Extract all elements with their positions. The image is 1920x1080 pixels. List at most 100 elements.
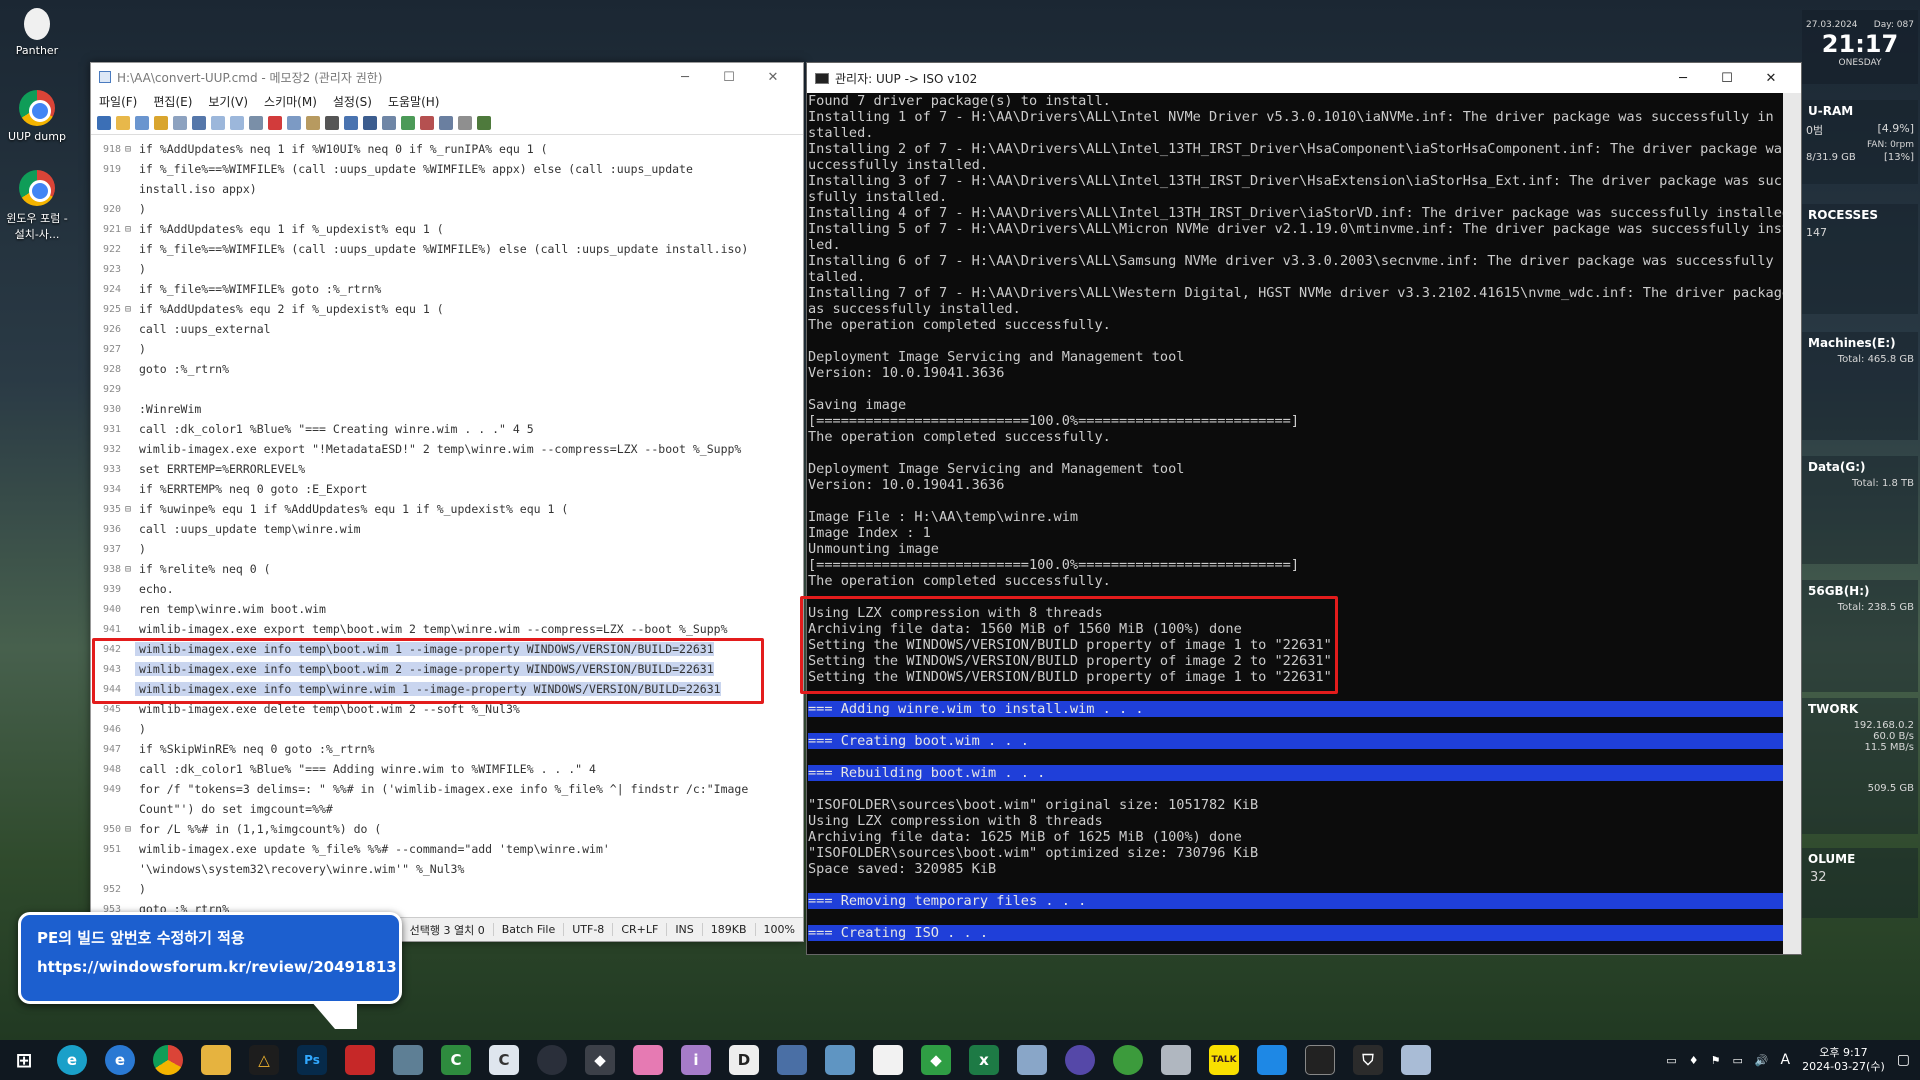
paint-icon[interactable]	[633, 1045, 663, 1075]
d-app-icon[interactable]: D	[729, 1045, 759, 1075]
notepad-c-icon[interactable]: C	[441, 1045, 471, 1075]
maximize-icon[interactable]: ☐	[707, 70, 751, 85]
save-icon[interactable]	[173, 115, 187, 130]
code-line[interactable]: 936 call :uups_update temp\winre.wim	[91, 519, 803, 539]
volume-value[interactable]: 32	[1802, 870, 1918, 885]
undo-icon[interactable]	[211, 115, 225, 130]
notepad2-icon[interactable]: C	[489, 1045, 519, 1075]
code-line[interactable]: '\windows\system32\recovery\winre.wim'" …	[91, 859, 803, 879]
code-line[interactable]: 928 goto :%_rtrn%	[91, 359, 803, 379]
code-line[interactable]: 938 ⊟ if %relite% neq 0 (	[91, 559, 803, 579]
edge-icon[interactable]: e	[57, 1045, 87, 1075]
code-line[interactable]: Count"') do set imgcount=%%#	[91, 799, 803, 819]
console-scrollbar[interactable]	[1783, 93, 1801, 954]
code-line[interactable]: 933 set ERRTEMP=%ERRORLEVEL%	[91, 459, 803, 479]
code-line[interactable]: 927)	[91, 339, 803, 359]
save-as-icon[interactable]	[192, 115, 206, 130]
code-line[interactable]: 946)	[91, 719, 803, 739]
browse-icon[interactable]	[135, 115, 149, 130]
tray-volume-icon[interactable]: 🔊	[1755, 1054, 1769, 1067]
green-arrow-icon[interactable]: ◆	[921, 1045, 951, 1075]
copy-icon[interactable]	[287, 115, 301, 130]
console-window[interactable]: 관리자: UUP -> ISO v102 ─ ☐ ✕ Found 7 drive…	[806, 62, 1802, 955]
console-output[interactable]: Found 7 driver package(s) to install. Ins…	[807, 93, 1783, 954]
open-icon[interactable]	[116, 115, 130, 130]
diamond-icon[interactable]: ◆	[585, 1045, 615, 1075]
maximize-icon[interactable]: ☐	[1705, 71, 1749, 86]
list-icon[interactable]	[382, 115, 396, 130]
info-icon[interactable]: i	[681, 1045, 711, 1075]
steam-icon[interactable]	[537, 1045, 567, 1075]
open-folder-icon[interactable]	[154, 115, 168, 130]
code-line[interactable]: 926 call :uups_external	[91, 319, 803, 339]
status-lexer[interactable]: Batch File	[492, 923, 564, 936]
torrent-icon[interactable]	[1113, 1045, 1143, 1075]
code-line[interactable]: 939 echo.	[91, 579, 803, 599]
taskbar-clock[interactable]: 오후 9:17 2024-03-27(수)	[1802, 1046, 1885, 1074]
fold-marker-icon[interactable]: ⊟	[125, 824, 135, 835]
cmd-icon[interactable]	[1305, 1045, 1335, 1075]
fold-marker-icon[interactable]: ⊟	[125, 224, 135, 235]
delete-icon[interactable]	[268, 115, 282, 130]
ie-icon[interactable]: e	[105, 1045, 135, 1075]
fold-marker-icon[interactable]: ⊟	[125, 304, 135, 315]
code-line[interactable]: 931 call :dk_color1 %Blue% "=== Creating …	[91, 419, 803, 439]
new-icon[interactable]	[97, 115, 111, 130]
tray-flag-icon[interactable]: ⚑	[1711, 1054, 1721, 1067]
menu-help[interactable]: 도움말(H)	[388, 93, 440, 110]
people-icon[interactable]	[777, 1045, 807, 1075]
notification-icon[interactable]: ▢	[1897, 1052, 1910, 1068]
status-encoding[interactable]: UTF-8	[563, 923, 612, 936]
code-line[interactable]: 935 ⊟ if %uwinpe% equ 1 if %AddUpdates% eq…	[91, 499, 803, 519]
book-icon[interactable]	[1017, 1045, 1047, 1075]
menu-settings[interactable]: 설정(S)	[333, 93, 372, 110]
code-line[interactable]: 922 if %_file%==%WIMFILE% (call :uups_upd…	[91, 239, 803, 259]
desktop-icon-uup-dump[interactable]: UUP dump	[0, 90, 74, 143]
autohotkey-icon[interactable]: △	[249, 1045, 279, 1075]
desktop-icon-windowsforum[interactable]: 윈도우 포럼 - 설치-사...	[0, 170, 74, 242]
code-line[interactable]: 951 wimlib-imagex.exe update %_file% %%#…	[91, 839, 803, 859]
desktop-icon-panther[interactable]: Panther	[0, 8, 74, 57]
code-line[interactable]: 921 ⊟ if %AddUpdates% equ 1 if %_updexist%…	[91, 219, 803, 239]
code-line[interactable]: 932 wimlib-imagex.exe export "!MetadataES…	[91, 439, 803, 459]
code-line[interactable]: 948 call :dk_color1 %Blue% "=== Adding wi…	[91, 759, 803, 779]
code-line[interactable]: 950 ⊟ for /L %%# in (1,1,%imgcount%) do (	[91, 819, 803, 839]
notepad-titlebar[interactable]: H:\AA\convert-UUP.cmd - 메모장2 (관리자 권한) ─ …	[91, 63, 803, 91]
replace-icon[interactable]	[344, 115, 358, 130]
menu-scheme[interactable]: 스키마(M)	[264, 93, 317, 110]
zoom-in-icon[interactable]	[401, 115, 415, 130]
status-eol[interactable]: CR+LF	[612, 923, 666, 936]
tray-drop-icon[interactable]: ♦	[1689, 1054, 1699, 1067]
close-icon[interactable]: ✕	[751, 70, 795, 85]
code-line[interactable]: 940 ren temp\winre.wim boot.wim	[91, 599, 803, 619]
excel-icon[interactable]: x	[969, 1045, 999, 1075]
console-titlebar[interactable]: 관리자: UUP -> ISO v102 ─ ☐ ✕	[807, 63, 1801, 93]
tool-icon[interactable]	[393, 1045, 423, 1075]
window-icon[interactable]	[1257, 1045, 1287, 1075]
menu-file[interactable]: 파일(F)	[99, 93, 137, 110]
code-line[interactable]: 924 if %_file%==%WIMFILE% goto :%_rtrn%	[91, 279, 803, 299]
fold-marker-icon[interactable]: ⊟	[125, 564, 135, 575]
pdf-icon[interactable]	[345, 1045, 375, 1075]
redo-icon[interactable]	[230, 115, 244, 130]
minimize-icon[interactable]: ─	[1661, 71, 1705, 86]
shield-icon[interactable]: ⛉	[1353, 1045, 1383, 1075]
close-icon[interactable]: ✕	[1749, 71, 1793, 86]
kakaotalk-icon[interactable]: TALK	[1209, 1045, 1239, 1075]
code-line[interactable]: 920)	[91, 199, 803, 219]
code-line[interactable]: 919 if %_file%==%WIMFILE% (call :uups_upd…	[91, 159, 803, 179]
tray-network-icon[interactable]: ▭	[1732, 1054, 1742, 1067]
code-line[interactable]: 918 ⊟ if %AddUpdates% neq 1 if %W10UI% neq…	[91, 139, 803, 159]
exit-icon[interactable]	[477, 115, 491, 130]
code-line[interactable]: install.iso appx)	[91, 179, 803, 199]
fold-marker-icon[interactable]: ⊟	[125, 504, 135, 515]
code-line[interactable]: 947 if %SkipWinRE% neq 0 goto :%_rtrn%	[91, 739, 803, 759]
code-line[interactable]: 923)	[91, 259, 803, 279]
minimize-icon[interactable]: ─	[663, 70, 707, 85]
doc-icon[interactable]	[873, 1045, 903, 1075]
notepad2-window[interactable]: H:\AA\convert-UUP.cmd - 메모장2 (관리자 권한) ─ …	[90, 62, 804, 942]
explorer-icon[interactable]	[201, 1045, 231, 1075]
cut-icon[interactable]	[249, 115, 263, 130]
start-icon[interactable]: ⊞	[9, 1045, 39, 1075]
code-line[interactable]: 930:WinreWim	[91, 399, 803, 419]
